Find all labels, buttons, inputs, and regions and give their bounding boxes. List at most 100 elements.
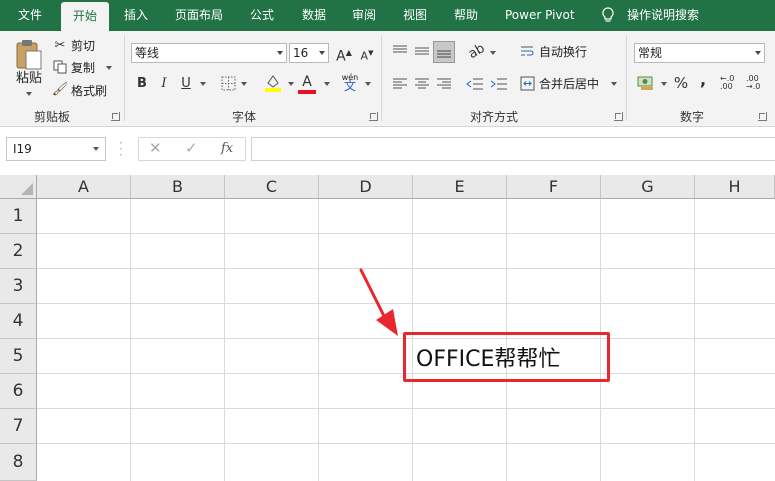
underline-dropdown-icon[interactable] bbox=[200, 82, 206, 86]
tab-home[interactable]: 开始 bbox=[61, 2, 110, 31]
grow-font-button[interactable]: A▲ bbox=[333, 42, 355, 65]
formula-input[interactable] bbox=[251, 137, 775, 161]
tab-power-pivot[interactable]: Power Pivot bbox=[505, 0, 575, 31]
increase-decimal-icon[interactable]: ←.0.00 bbox=[720, 75, 734, 91]
column-header-e[interactable]: E bbox=[413, 175, 507, 199]
insert-function-button[interactable]: fx bbox=[221, 141, 233, 156]
comma-style-button[interactable]: , bbox=[692, 69, 714, 91]
row-header-2[interactable]: 2 bbox=[0, 234, 37, 269]
annotation-highlight-box bbox=[403, 332, 610, 382]
merge-center-button[interactable]: 合并后居中 bbox=[539, 74, 599, 94]
row-header-3[interactable]: 3 bbox=[0, 269, 37, 304]
annotation-arrow-icon bbox=[359, 268, 398, 336]
number-format-combo[interactable]: 常规 bbox=[634, 43, 765, 63]
align-right-icon[interactable] bbox=[436, 77, 452, 91]
wrap-text-button[interactable]: 自动换行 bbox=[539, 42, 587, 62]
decrease-decimal-icon[interactable]: .00 →.0 bbox=[746, 75, 760, 91]
number-format-value: 常规 bbox=[638, 46, 663, 60]
drag-handle-icon[interactable]: · · · bbox=[119, 137, 123, 161]
underline-button[interactable]: U bbox=[175, 73, 197, 95]
alignment-launcher-icon[interactable] bbox=[614, 112, 623, 121]
fill-color-dropdown-icon[interactable] bbox=[288, 82, 294, 86]
column-header-a[interactable]: A bbox=[37, 175, 131, 199]
cancel-icon[interactable]: ✕ bbox=[149, 139, 162, 157]
phonetic-dropdown-icon[interactable] bbox=[365, 82, 371, 86]
tab-file[interactable]: 文件 bbox=[18, 0, 42, 31]
format-painter-button[interactable]: 格式刷 bbox=[71, 81, 107, 101]
tab-page-layout[interactable]: 页面布局 bbox=[175, 0, 223, 31]
accounting-dropdown-icon[interactable] bbox=[661, 82, 667, 86]
font-launcher-icon[interactable] bbox=[369, 112, 378, 121]
clipboard-group-label: 剪贴板 bbox=[34, 110, 71, 124]
format-painter-icon: 🖌 bbox=[51, 82, 69, 97]
copy-dropdown-icon[interactable] bbox=[106, 66, 112, 70]
tab-insert[interactable]: 插入 bbox=[124, 0, 148, 31]
column-header-b[interactable]: B bbox=[131, 175, 225, 199]
gridline bbox=[318, 199, 319, 481]
phonetic-button[interactable]: wén 文 bbox=[340, 73, 360, 92]
paste-button[interactable]: 粘贴 bbox=[16, 69, 42, 89]
borders-dropdown-icon[interactable] bbox=[241, 82, 247, 86]
group-divider bbox=[124, 35, 125, 121]
tab-formulas[interactable]: 公式 bbox=[250, 0, 274, 31]
italic-button[interactable]: I bbox=[153, 73, 175, 95]
clipboard-launcher-icon[interactable] bbox=[111, 112, 120, 121]
row-header-8[interactable]: 8 bbox=[0, 444, 37, 481]
orientation-icon[interactable]: ab bbox=[462, 37, 492, 67]
grow-font-icon: A bbox=[336, 48, 346, 65]
alignment-group-label: 对齐方式 bbox=[470, 110, 519, 124]
row-header-7[interactable]: 7 bbox=[0, 409, 37, 444]
font-color-dropdown-icon[interactable] bbox=[324, 82, 330, 86]
number-launcher-icon[interactable] bbox=[758, 112, 767, 121]
align-middle-icon[interactable] bbox=[414, 44, 430, 58]
tab-review[interactable]: 审阅 bbox=[352, 0, 376, 31]
align-left-icon[interactable] bbox=[392, 77, 408, 91]
font-size-combo[interactable]: 16 bbox=[289, 43, 329, 63]
chevron-down-icon bbox=[755, 51, 761, 55]
merge-center-icon bbox=[520, 76, 535, 91]
column-header-h[interactable]: H bbox=[695, 175, 775, 199]
align-center-icon[interactable] bbox=[414, 77, 430, 91]
row-header-6[interactable]: 6 bbox=[0, 374, 37, 409]
cut-button[interactable]: 剪切 bbox=[71, 36, 95, 56]
tab-view[interactable]: 视图 bbox=[403, 0, 427, 31]
merge-center-dropdown-icon[interactable] bbox=[611, 82, 617, 86]
formula-buttons: ✕ ✓ fx bbox=[138, 137, 246, 161]
align-bottom-button[interactable] bbox=[433, 41, 455, 63]
row-header-4[interactable]: 4 bbox=[0, 304, 37, 339]
column-header-g[interactable]: G bbox=[601, 175, 695, 199]
bold-button[interactable]: B bbox=[131, 73, 153, 95]
number-group-label: 数字 bbox=[680, 110, 705, 124]
decrease-indent-icon[interactable] bbox=[466, 77, 484, 91]
borders-icon[interactable] bbox=[221, 76, 236, 91]
align-top-icon[interactable] bbox=[392, 44, 408, 58]
font-name-combo[interactable]: 等线 bbox=[131, 43, 287, 63]
gridline bbox=[37, 233, 775, 234]
ribbon-home: 粘贴 ✂ 剪切 复制 🖌 格式刷 剪贴板 等线 16 A▲ A▼ B I U A… bbox=[0, 31, 775, 127]
copy-button[interactable]: 复制 bbox=[71, 58, 95, 78]
font-group-label: 字体 bbox=[232, 110, 257, 124]
paste-dropdown-icon[interactable] bbox=[26, 92, 32, 96]
row-header-5[interactable]: 5 bbox=[0, 339, 37, 374]
confirm-icon[interactable]: ✓ bbox=[185, 139, 198, 157]
tab-data[interactable]: 数据 bbox=[302, 0, 326, 31]
increase-indent-icon[interactable] bbox=[490, 77, 508, 91]
fill-color-icon[interactable] bbox=[264, 73, 282, 93]
lightbulb-icon bbox=[602, 7, 614, 22]
wrap-text-icon bbox=[521, 46, 534, 56]
column-header-f[interactable]: F bbox=[507, 175, 601, 199]
tab-help[interactable]: 帮助 bbox=[454, 0, 478, 31]
tell-me-search[interactable]: 操作说明搜索 bbox=[627, 0, 699, 31]
accounting-format-icon[interactable] bbox=[637, 75, 655, 91]
group-divider bbox=[381, 35, 382, 121]
column-header-d[interactable]: D bbox=[319, 175, 413, 199]
orientation-dropdown-icon[interactable] bbox=[490, 51, 496, 55]
percent-style-button[interactable]: % bbox=[670, 72, 692, 94]
row-header-1[interactable]: 1 bbox=[0, 199, 37, 234]
name-box[interactable]: I19 bbox=[6, 137, 106, 161]
select-all-corner[interactable] bbox=[0, 175, 37, 199]
shrink-font-button[interactable]: A▼ bbox=[356, 42, 378, 64]
scissors-icon: ✂ bbox=[54, 38, 66, 53]
column-header-c[interactable]: C bbox=[225, 175, 319, 199]
copy-icon bbox=[53, 60, 67, 74]
